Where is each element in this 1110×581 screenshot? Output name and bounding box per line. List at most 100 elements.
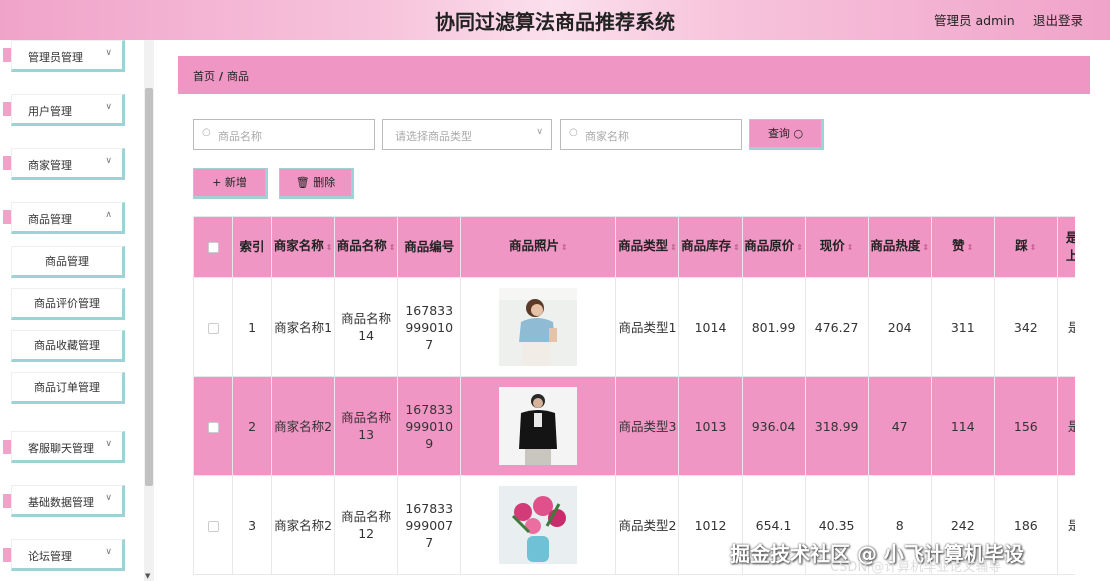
merchant-name-search-input[interactable]: ○ 商家名称	[560, 119, 742, 150]
col-header-code[interactable]: 商品编号	[397, 216, 462, 278]
col-header-stock[interactable]: 商品库存 ⇕	[678, 216, 743, 278]
delete-button[interactable]: 🗑 删除	[279, 168, 354, 199]
cell-photo[interactable]	[460, 277, 617, 377]
col-header-price[interactable]: 现价 ⇕	[804, 216, 869, 278]
add-button[interactable]: + 新增	[193, 168, 268, 199]
table-header-row: 索引 商家名称 ⇕ 商品名称 ⇕ 商品编号 商品照片 ⇕ 商品类型 ⇕ 商品库存 ⇕ 商品…	[193, 216, 1075, 278]
col-header-photo[interactable]: 商品照片 ⇕	[460, 216, 617, 278]
cell-index: 1	[232, 277, 273, 377]
product-photo-flowers[interactable]	[499, 486, 578, 564]
chevron-down-icon: ∨	[105, 156, 112, 166]
cell-like: 311	[930, 277, 995, 377]
sidebar-item-users[interactable]: 用户管理 ∨	[11, 94, 125, 126]
sidebar-item-merchants[interactable]: 商家管理 ∨	[11, 148, 125, 180]
col-header-label: 商品编号	[404, 239, 455, 254]
col-header-orig[interactable]: 商品原价 ⇕	[741, 216, 806, 278]
col-header-index: 索引	[232, 216, 273, 278]
col-header-label: 商品照片	[508, 238, 559, 253]
breadcrumb-current: 商品	[227, 70, 250, 83]
sort-icon[interactable]: ⇕	[561, 243, 568, 252]
merchant-name-placeholder: 商家名称	[585, 130, 629, 143]
cell-name: 商品名称12	[334, 475, 399, 575]
col-header-heat[interactable]: 商品热度 ⇕	[867, 216, 932, 278]
submenu-product-favorite[interactable]: 商品收藏管理	[11, 330, 125, 362]
row-select-cell[interactable]	[193, 277, 234, 377]
submenu-product-review[interactable]: 商品评价管理	[11, 288, 125, 320]
col-header-label: 踩	[1015, 238, 1028, 253]
col-header-label: 商品名称	[336, 238, 387, 253]
table-row[interactable]: 2 商家名称2 商品名称13 1678339990109 商品类型3 1013 …	[193, 376, 1075, 476]
product-type-select[interactable]: 请选择商品类型 ∨	[382, 119, 552, 150]
chevron-down-icon: ∨	[105, 102, 112, 112]
row-select-cell[interactable]	[193, 376, 234, 476]
cell-name: 商品名称13	[334, 376, 399, 476]
sort-icon[interactable]: ⇕	[670, 243, 677, 252]
col-header-label: 商品热度	[870, 238, 921, 253]
row-select-cell[interactable]	[193, 475, 234, 575]
cell-photo[interactable]	[460, 475, 617, 575]
sidebar-item-forum[interactable]: 论坛管理 ∨	[11, 539, 125, 571]
sidebar-item-chat[interactable]: 客服聊天管理 ∨	[11, 431, 125, 463]
top-header: 协同过滤算法商品推荐系统 管理员 admin 退出登录	[0, 0, 1110, 40]
row-checkbox[interactable]	[207, 421, 219, 433]
logout-link[interactable]: 退出登录	[1033, 10, 1083, 29]
breadcrumb-home[interactable]: 首页	[193, 70, 215, 83]
sidebar-item-label: 商家管理	[28, 159, 72, 172]
search-icon: ○	[569, 127, 578, 138]
sort-icon[interactable]: ⇕	[796, 243, 803, 252]
sidebar-item-label: 基础数据管理	[28, 496, 94, 509]
query-button[interactable]: 查询 ○	[749, 119, 824, 150]
cell-merchant: 商家名称2	[271, 376, 336, 476]
cell-index: 2	[232, 376, 273, 476]
product-photo-man[interactable]	[499, 387, 578, 465]
row-checkbox[interactable]	[207, 520, 219, 532]
add-button-label: 新增	[224, 176, 247, 189]
sidebar-item-basedata[interactable]: 基础数据管理 ∨	[11, 485, 125, 517]
col-header-label: 赞	[952, 238, 965, 253]
col-header-label: 商品类型	[618, 238, 669, 253]
product-name-search-input[interactable]: ○ 商品名称	[193, 119, 375, 150]
cell-merchant: 商家名称2	[271, 475, 336, 575]
sidebar-scroll-thumb[interactable]	[145, 88, 153, 486]
col-header-merchant[interactable]: 商家名称 ⇕	[271, 216, 336, 278]
cell-type: 商品类型3	[615, 376, 680, 476]
col-header-label: 现价	[819, 238, 845, 253]
cell-photo[interactable]	[460, 376, 617, 476]
search-icon: ○	[202, 127, 211, 138]
sidebar-item-label: 论坛管理	[28, 550, 72, 563]
cell-type: 商品类型1	[615, 277, 680, 377]
sort-icon[interactable]: ⇕	[733, 243, 740, 252]
select-all-checkbox[interactable]	[207, 242, 219, 253]
cell-shelf: 是	[1056, 376, 1075, 476]
sort-icon[interactable]: ⇕	[922, 243, 929, 252]
query-button-label: 查询	[767, 127, 790, 140]
col-header-name[interactable]: 商品名称 ⇕	[334, 216, 399, 278]
col-header-shelf[interactable]: 是否上架	[1056, 216, 1075, 278]
product-table: 索引 商家名称 ⇕ 商品名称 ⇕ 商品编号 商品照片 ⇕ 商品类型 ⇕ 商品库存 ⇕ 商品…	[193, 216, 1075, 581]
sidebar-item-label: 管理员管理	[28, 51, 83, 64]
cell-orig-price: 936.04	[741, 376, 806, 476]
product-photo-woman[interactable]	[499, 288, 578, 366]
sort-icon[interactable]: ⇕	[389, 243, 396, 252]
sort-icon[interactable]: ⇕	[847, 243, 854, 252]
trash-icon: 🗑	[295, 176, 310, 189]
sort-icon[interactable]: ⇕	[967, 243, 974, 252]
sort-icon[interactable]: ⇕	[326, 243, 333, 252]
cell-heat: 204	[867, 277, 932, 377]
sort-icon[interactable]: ⇕	[1030, 243, 1037, 252]
scroll-down-arrow-icon[interactable]: ▼	[145, 572, 150, 580]
cell-heat: 47	[867, 376, 932, 476]
submenu-product-manage[interactable]: 商品管理	[11, 246, 125, 278]
col-header-type[interactable]: 商品类型 ⇕	[615, 216, 680, 278]
col-header-dislike[interactable]: 踩 ⇕	[993, 216, 1058, 278]
search-icon: ○	[793, 127, 804, 140]
sidebar-item-admin[interactable]: 管理员管理 ∨	[11, 40, 125, 72]
row-checkbox[interactable]	[207, 322, 219, 334]
cell-like: 114	[930, 376, 995, 476]
select-all-cell[interactable]	[193, 216, 234, 278]
table-row[interactable]: 1 商家名称1 商品名称14 1678339990107 商品类型1 1014 …	[193, 277, 1075, 377]
col-header-like[interactable]: 赞 ⇕	[930, 216, 995, 278]
cell-shelf: 是	[1056, 277, 1075, 377]
sidebar-item-products[interactable]: 商品管理 ∧	[11, 202, 125, 234]
submenu-product-order[interactable]: 商品订单管理	[11, 372, 125, 404]
